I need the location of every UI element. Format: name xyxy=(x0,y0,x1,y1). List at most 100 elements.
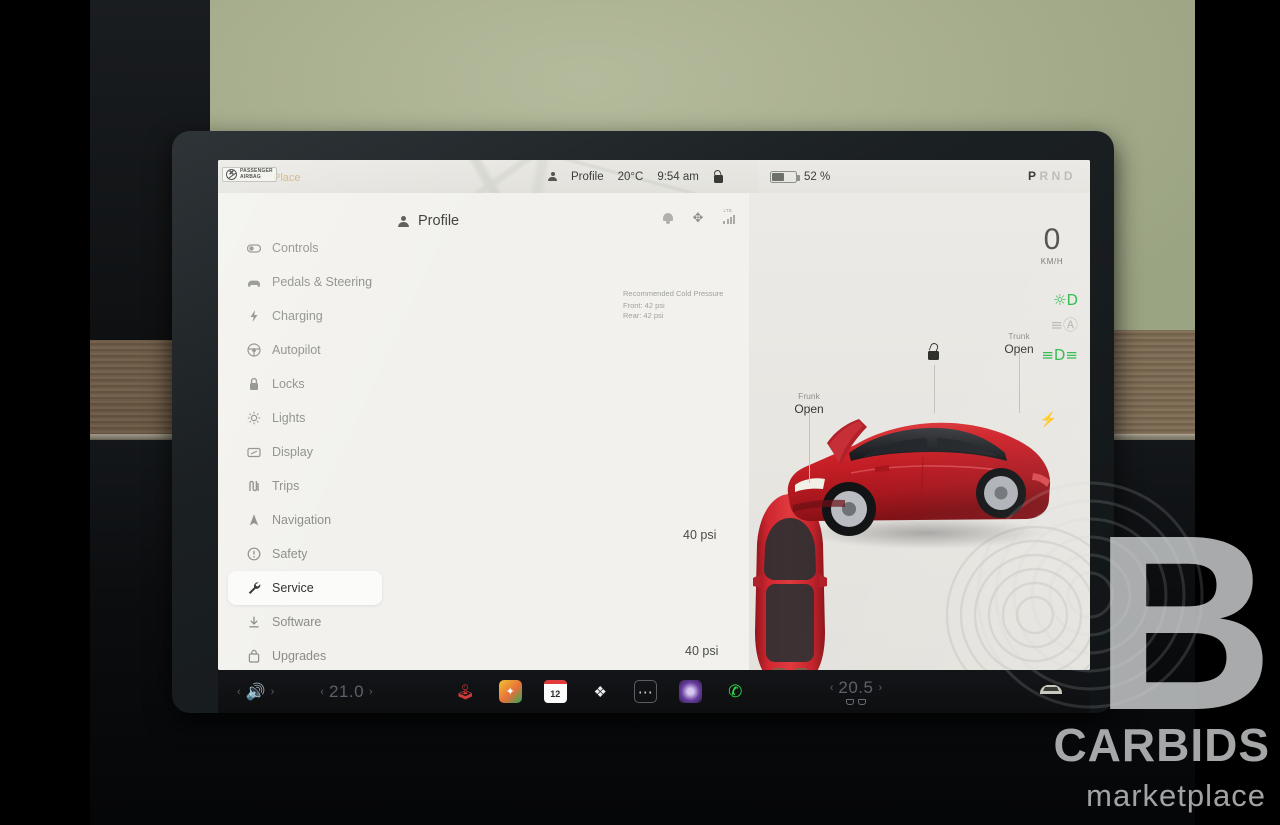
tire-pressure-front-left: 40 psi xyxy=(683,528,717,542)
passenger-temp-value[interactable]: 20.5 xyxy=(838,678,873,698)
sidebar-item-display[interactable]: Display xyxy=(228,435,382,469)
lightning-bolt-icon xyxy=(247,309,261,323)
trunk-status[interactable]: Trunk Open xyxy=(993,331,1045,356)
sidebar-item-label: Lights xyxy=(272,411,306,425)
sidebar-item-controls[interactable]: Controls xyxy=(228,231,382,265)
app-glyph: ⋯ xyxy=(637,683,653,701)
sidebar-item-navigation[interactable]: Navigation xyxy=(228,503,382,537)
steering-wheel-icon xyxy=(247,343,261,357)
sidebar-item-locks[interactable]: Locks xyxy=(228,367,382,401)
low-beam-headlight-icon: ☼D xyxy=(1053,291,1078,309)
gear-p: P xyxy=(1027,169,1040,183)
sidebar-item-upgrades[interactable]: Upgrades xyxy=(228,639,382,670)
alert-circle-icon xyxy=(247,547,261,561)
sidebar-item-label: Display xyxy=(272,445,313,459)
sidebar-item-trips[interactable]: Trips xyxy=(228,469,382,503)
header-status-icons: ✥ LTE xyxy=(662,208,735,224)
wrench-icon xyxy=(247,581,261,595)
passenger-temp-increase[interactable]: › xyxy=(873,682,887,694)
more-apps-icon[interactable]: ⋯ xyxy=(633,680,657,703)
tesla-touchscreen[interactable]: Maps Place PASSENGER AIRBAG Profile 20°C… xyxy=(218,160,1090,670)
page-title: Profile xyxy=(418,213,460,229)
main-content: Controls Pedals & Steering Charging Autopil… xyxy=(218,193,1090,670)
bottom-dock-bar[interactable]: ‹ 🔊 › ‹ 21.0 › 🕹 ✦ 12 ❖ ⋯ ◉ ✆ ‹ 20.5 › xyxy=(218,670,1090,713)
content-header: Profile ✥ LTE xyxy=(398,207,743,235)
toybox-icon[interactable]: ✦ xyxy=(498,680,522,703)
app-glyph: ✆ xyxy=(728,681,743,701)
frunk-status[interactable]: Frunk Open xyxy=(783,391,835,416)
sidebar-item-charging[interactable]: Charging xyxy=(228,299,382,333)
arcade-icon[interactable]: 🕹 xyxy=(454,680,477,703)
gear-n: N xyxy=(1051,169,1064,183)
toggle-switch-icon xyxy=(247,241,261,255)
charge-bolt-icon[interactable]: ⚡ xyxy=(1040,411,1057,428)
battery-percent-label: 52 % xyxy=(804,170,831,183)
status-time: 9:54 am xyxy=(657,170,699,183)
speed-value: 0 xyxy=(1043,223,1061,256)
battery-icon xyxy=(770,170,800,183)
cold-pressure-front: Front: 42 psi xyxy=(623,300,665,310)
sidebar-item-label: Safety xyxy=(272,547,308,561)
download-icon xyxy=(247,615,261,629)
recommended-cold-pressure: Recommended Cold Pressure Front: 42 psi … xyxy=(623,289,723,322)
status-temperature[interactable]: 20°C xyxy=(618,171,644,183)
shopping-bag-icon xyxy=(247,649,261,663)
status-profile-label[interactable]: Profile xyxy=(571,171,604,183)
phone-icon[interactable]: ✆ xyxy=(724,680,747,703)
driver-temp-increase[interactable]: › xyxy=(364,686,378,698)
sidebar-item-autopilot[interactable]: Autopilot xyxy=(228,333,382,367)
sidebar-item-lights[interactable]: Lights xyxy=(228,401,382,435)
unlocked-padlock-icon[interactable] xyxy=(713,169,724,183)
photograph: Maps Place PASSENGER AIRBAG Profile 20°C… xyxy=(0,0,1280,825)
driver-temp-decrease[interactable]: ‹ xyxy=(315,686,329,698)
car-front-icon xyxy=(247,275,261,289)
cold-pressure-heading: Recommended Cold Pressure xyxy=(623,289,724,298)
status-bar: Maps Place PASSENGER AIRBAG Profile 20°C… xyxy=(218,160,1090,193)
lte-label: LTE xyxy=(723,208,733,213)
app-glyph: ❖ xyxy=(593,683,607,701)
settings-sidebar[interactable]: Controls Pedals & Steering Charging Autopil… xyxy=(218,231,390,670)
passenger-temp-decrease[interactable]: ‹ xyxy=(825,682,839,694)
sidebar-item-pedals-steering[interactable]: Pedals & Steering xyxy=(228,265,382,299)
sidebar-item-safety[interactable]: Safety xyxy=(228,537,382,571)
speaker-volume-icon[interactable]: 🔊 xyxy=(246,682,266,702)
watermark-tagline: marketplace xyxy=(1086,778,1266,813)
photo-left-border xyxy=(0,0,90,825)
sidebar-item-label: Controls xyxy=(272,241,319,255)
volume-decrease-chevron[interactable]: ‹ xyxy=(232,686,246,698)
gear-r: R xyxy=(1039,169,1052,183)
driver-temperature-control[interactable]: ‹ 21.0 › xyxy=(315,682,377,702)
sidebar-item-label: Autopilot xyxy=(272,343,321,357)
navigation-arrow-icon xyxy=(247,513,261,527)
sun-brightness-icon xyxy=(247,411,261,425)
sidebar-item-software[interactable]: Software xyxy=(228,605,382,639)
gear-d: D xyxy=(1063,169,1076,183)
seat-heater-icon[interactable] xyxy=(845,699,866,705)
sidebar-item-label: Trips xyxy=(272,479,300,493)
lte-signal-icon: LTE xyxy=(723,208,735,224)
passenger-temperature-control[interactable]: ‹ 20.5 › xyxy=(825,678,887,705)
map-label-secondary: Place xyxy=(273,172,301,184)
notification-bell-icon[interactable] xyxy=(662,212,673,224)
auto-high-beam-icon: ≡Ⓐ xyxy=(1050,316,1078,334)
speedometer: 0 KM/H xyxy=(1030,223,1074,267)
watermark-brand: CARBIDS xyxy=(1053,719,1270,771)
volume-control[interactable]: ‹ 🔊 › xyxy=(232,682,279,702)
road-trips-icon xyxy=(247,479,261,493)
tidal-icon[interactable]: ❖ xyxy=(589,680,612,703)
lock-leader-line xyxy=(934,365,935,413)
fog-light-icon: ≡D≡ xyxy=(1041,346,1078,364)
calendar-icon[interactable]: 12 xyxy=(543,680,567,703)
sidebar-item-label: Software xyxy=(272,615,322,629)
unlocked-padlock-icon[interactable] xyxy=(927,341,940,360)
app-launcher-row[interactable]: 🕹 ✦ 12 ❖ ⋯ ◉ ✆ xyxy=(454,680,747,703)
sidebar-item-label: Service xyxy=(272,581,314,595)
volume-increase-chevron[interactable]: › xyxy=(266,686,280,698)
app-glyph: ◉ xyxy=(685,684,696,700)
battery-status[interactable]: 52 % PRND xyxy=(758,160,1090,193)
sidebar-item-service[interactable]: Service xyxy=(228,571,382,605)
bluetooth-icon[interactable]: ✥ xyxy=(693,211,704,224)
dashcam-icon[interactable]: ◉ xyxy=(678,680,702,703)
driver-temp-value[interactable]: 21.0 xyxy=(329,682,364,702)
cold-pressure-rear: Rear: 42 psi xyxy=(623,311,664,320)
